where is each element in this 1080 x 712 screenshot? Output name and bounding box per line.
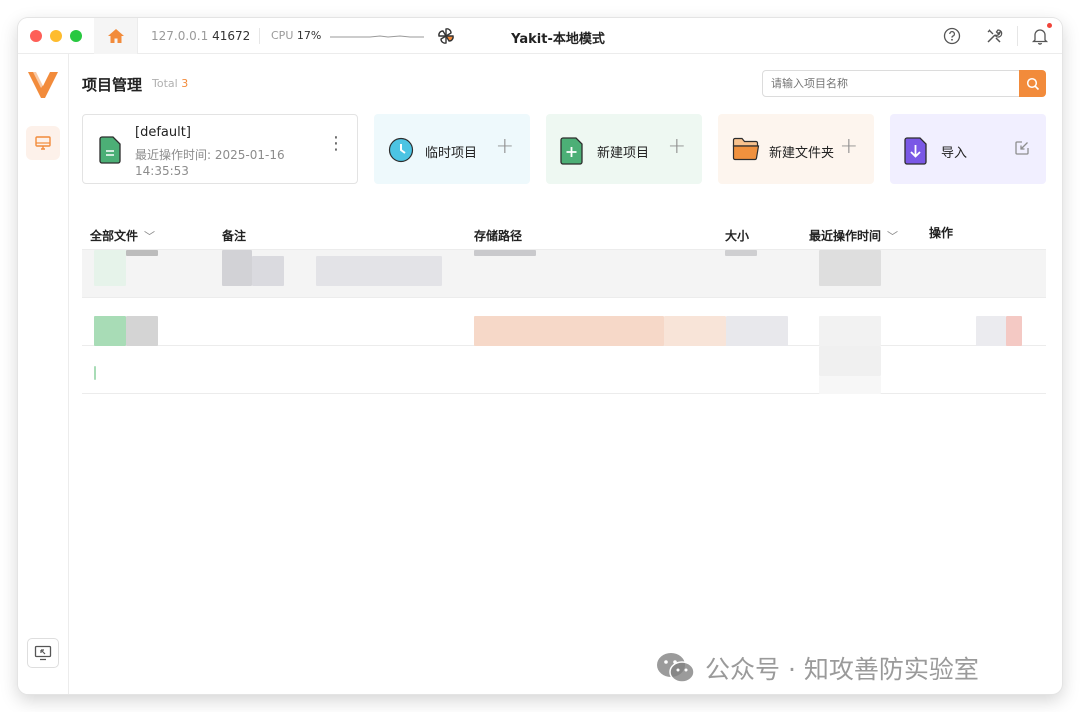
divider [259,28,260,44]
action-blurred [976,316,1006,346]
yakit-logo-icon [28,72,58,98]
wechat-icon [657,653,695,683]
new-folder-label: 新建文件夹 [769,146,835,161]
column-actions: 操作 [929,226,954,240]
time-blurred [819,316,881,346]
current-project-card[interactable]: [default] 最近操作时间: 2025-01-16 14:35:53 ⋮ [82,114,358,184]
divider [1017,26,1018,46]
home-icon [107,29,124,43]
cpu-label: CPU [271,29,294,42]
cpu-value: 17% [296,29,322,42]
watermark-text: 公众号 · 知攻善防实验室 [705,655,979,684]
notification-badge [1047,23,1052,28]
note-blurred [316,256,442,286]
project-last-operated: 最近操作时间: 2025-01-16 14:35:53 [135,147,305,179]
import-card[interactable]: 导入 [890,114,1046,184]
row-icon-blurred [94,366,96,380]
row-text-blurred [126,250,158,256]
more-options-icon[interactable]: ⋮ [327,135,345,153]
column-storage-path: 存储路径 [474,229,523,243]
column-last-operated-label: 最近操作时间 [809,229,882,243]
row-icon-blurred [94,250,126,286]
import-label: 导入 [941,146,968,161]
action-blurred [1006,316,1022,346]
path-blurred [474,250,536,256]
bell-icon[interactable] [1030,26,1050,46]
row-icon-blurred [94,316,126,346]
table-row[interactable] [82,250,1046,298]
wechat-watermark: 公众号 · 知攻善防实验室 [655,650,979,686]
row-text-blurred [126,316,158,346]
temporary-project-card[interactable]: 临时项目 + [374,114,530,184]
size-blurred [726,316,788,346]
total-number: 3 [181,77,189,90]
plus-icon[interactable]: + [668,136,686,158]
total-count: Total 3 [152,77,188,90]
sidebar-item-project[interactable] [26,126,60,160]
import-icon [904,137,927,165]
app-window: 127.0.0.1 41672 CPU 17% Yakit-本地模式 项目管理 … [18,18,1062,694]
path-blurred [474,316,664,346]
column-last-operated[interactable]: 最近操作时间 ﹀ [809,227,898,244]
screen-toggle-button[interactable] [27,638,59,668]
cpu-usage: CPU 17% [271,29,321,42]
search-button[interactable] [1019,70,1046,97]
table-row[interactable] [82,298,1046,346]
tools-icon[interactable] [984,26,1004,46]
address-port: 41672 [212,29,251,43]
maximize-window-button[interactable] [70,30,82,42]
new-project-card[interactable]: 新建项目 + [546,114,702,184]
monitor-icon [35,136,51,150]
column-size: 大小 [725,229,750,243]
column-all-files[interactable]: 全部文件 ﹀ [90,227,155,244]
plus-icon[interactable]: + [840,136,858,158]
path-blurred [664,316,726,346]
last-operated-label: 最近操作时间: [135,148,212,162]
help-icon[interactable] [942,26,962,46]
page-title: 项目管理 [82,76,143,94]
time-blurred [819,250,881,286]
time-blurred [819,376,881,394]
pinwheel-icon[interactable] [436,26,456,46]
new-project-label: 新建项目 [597,146,650,161]
project-name: [default] [135,125,191,140]
temporary-project-label: 临时项目 [425,146,478,161]
minimize-window-button[interactable] [50,30,62,42]
title-bar: 127.0.0.1 41672 CPU 17% Yakit-本地模式 [18,18,1062,54]
size-blurred [725,250,757,256]
chevron-down-icon[interactable]: ﹀ [887,230,898,243]
note-blurred [222,250,252,286]
engine-address: 127.0.0.1 41672 [151,29,250,43]
home-tab[interactable] [94,18,138,54]
note-blurred [252,256,284,286]
new-doc-icon [560,137,583,165]
document-icon [99,136,121,164]
time-blurred [819,346,881,376]
new-folder-card[interactable]: 新建文件夹 + [718,114,874,184]
project-search-input[interactable] [762,70,1020,97]
search-icon [1026,77,1039,90]
project-table-header: 全部文件 ﹀ 备注 存储路径 大小 最近操作时间 ﹀ 操作 [82,214,1046,250]
total-label: Total [152,77,178,90]
address-ip: 127.0.0.1 [151,29,209,43]
column-notes: 备注 [222,229,247,243]
sidebar [18,54,69,694]
folder-icon [732,137,760,161]
table-row[interactable] [82,346,1046,394]
close-window-button[interactable] [30,30,42,42]
plus-icon[interactable]: + [496,136,514,158]
clock-icon [388,137,414,163]
chevron-down-icon[interactable]: ﹀ [144,230,155,243]
app-title: Yakit-本地模式 [511,32,605,47]
edit-import-icon[interactable] [1014,140,1030,156]
cpu-sparkline [330,35,424,38]
column-all-files-label: 全部文件 [90,229,139,243]
project-manager-panel: 项目管理 Total 3 [default] 最近操作时间: 2025-01-1… [70,54,1062,694]
screen-exit-icon [34,645,52,661]
